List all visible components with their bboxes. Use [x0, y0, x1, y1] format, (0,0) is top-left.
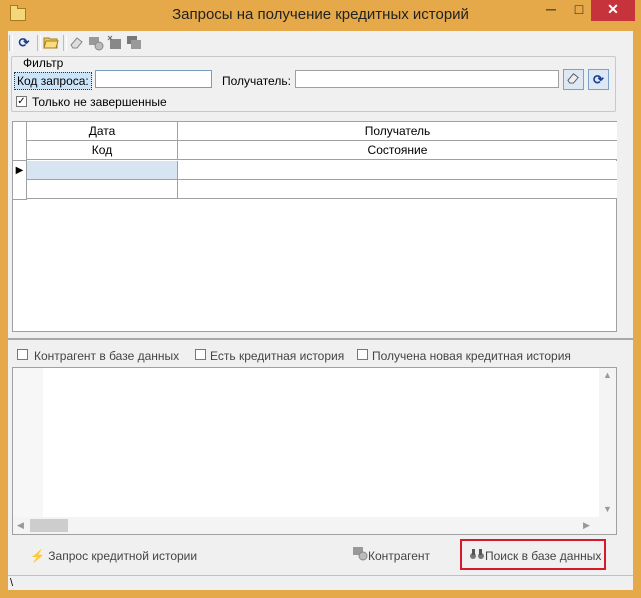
apply-filter-button[interactable]: ⟳ [588, 69, 609, 90]
copy-icon[interactable] [126, 35, 142, 51]
open-folder-icon[interactable] [43, 35, 59, 51]
request-code-label: Код запроса: [14, 72, 92, 90]
contractor-button[interactable]: Контрагент [352, 541, 430, 571]
grid-cell[interactable] [27, 161, 178, 180]
request-code-input[interactable] [95, 70, 212, 88]
scroll-right-icon[interactable]: ▶ [583, 520, 590, 531]
only-unfinished-label: Только не завершенные [32, 95, 167, 109]
column-header-code[interactable]: Код [27, 141, 178, 160]
contractor-icon [352, 542, 368, 572]
toolbar: ⟳ [8, 31, 633, 55]
scroll-up-icon[interactable]: ▲ [603, 370, 612, 380]
details-memo[interactable]: ▲ ▼ ◀ ▶ [12, 367, 617, 535]
grid-cell[interactable] [178, 180, 617, 199]
highlight-frame [460, 539, 606, 570]
splitter[interactable] [8, 338, 633, 340]
grid-cell[interactable] [178, 161, 617, 180]
client-area: ⟳ Фильтр Код запроса: Получатель: ⟳ ✓ То… [8, 31, 633, 590]
new-credit-history-checkbox[interactable] [357, 349, 368, 360]
grid-indicator-header [13, 122, 27, 161]
row-indicator: ▶ [13, 161, 27, 200]
column-header-recipient[interactable]: Получатель [178, 122, 617, 141]
recipient-label: Получатель: [222, 74, 291, 88]
toolbar-separator [37, 35, 41, 51]
has-credit-history-label: Есть кредитная история [210, 349, 345, 363]
grid-cell[interactable] [27, 180, 178, 199]
contractor-in-db-label: Контрагент в базе данных [34, 349, 180, 363]
minimize-button[interactable]: ─ [538, 0, 564, 21]
memo-gutter [13, 368, 43, 518]
has-credit-history-checkbox[interactable] [195, 349, 206, 360]
column-header-date[interactable]: Дата [27, 122, 178, 141]
maximize-button[interactable]: □ [566, 0, 592, 21]
title-bar[interactable]: Запросы на получение кредитных историй ─… [0, 0, 641, 30]
scroll-left-icon[interactable]: ◀ [17, 520, 24, 531]
toolbar-grip [9, 35, 13, 51]
recipient-input[interactable] [295, 70, 559, 88]
contractor-icon[interactable] [88, 35, 104, 51]
status-bar: \ [8, 575, 633, 590]
clear-filter-button[interactable] [563, 69, 584, 90]
refresh-icon[interactable]: ⟳ [16, 35, 32, 51]
request-credit-history-label: Запрос кредитной истории [48, 549, 198, 563]
scroll-thumb[interactable] [30, 519, 68, 532]
horizontal-scrollbar[interactable]: ◀ ▶ [13, 517, 616, 534]
toolbar-separator [63, 35, 67, 51]
grid-icon[interactable] [107, 35, 123, 51]
only-unfinished-checkbox[interactable]: ✓ [16, 96, 27, 107]
requests-grid[interactable]: Дата Получатель Код Состояние ▶ [12, 121, 617, 332]
eraser-icon[interactable] [69, 35, 85, 51]
application-window: Запросы на получение кредитных историй ─… [0, 0, 641, 598]
vertical-scrollbar[interactable]: ▲ ▼ [599, 368, 616, 518]
request-credit-history-button[interactable]: ⚡ Запрос кредитной истории [30, 541, 197, 571]
close-button[interactable]: ✕ [591, 0, 635, 21]
scroll-down-icon[interactable]: ▼ [603, 504, 612, 514]
contractor-label: Контрагент [368, 549, 431, 563]
lightning-icon: ⚡ [30, 549, 45, 563]
column-header-state[interactable]: Состояние [178, 141, 617, 160]
filter-legend: Фильтр [20, 57, 67, 69]
contractor-in-db-checkbox[interactable] [17, 349, 28, 360]
new-credit-history-label: Получена новая кредитная история [372, 349, 571, 363]
